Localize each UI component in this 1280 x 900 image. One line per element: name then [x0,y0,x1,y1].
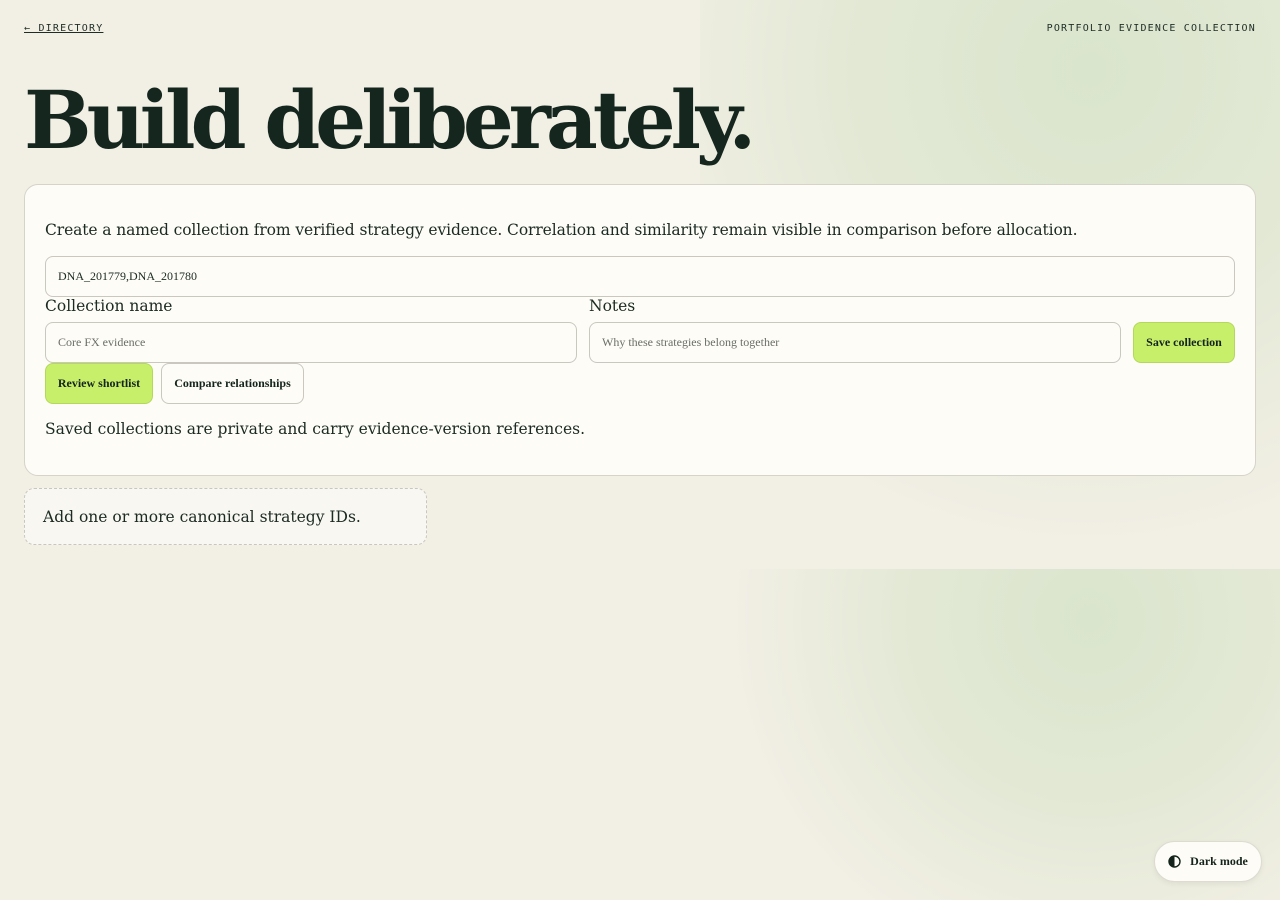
empty-state-message: Add one or more canonical strategy IDs. [24,488,427,545]
collection-name-label: Collection name [45,297,173,315]
dark-mode-toggle[interactable]: Dark mode [1154,841,1262,882]
collection-panel: Create a named collection from verified … [24,184,1256,476]
empty-state-text: Add one or more canonical strategy IDs. [43,507,361,526]
directory-back-link[interactable]: ← DIRECTORY [24,23,103,34]
notes-input[interactable]: Why these strategies belong together [589,322,1121,363]
save-collection-button[interactable]: Save collection [1133,322,1235,363]
notes-label: Notes [589,297,636,315]
review-shortlist-button[interactable]: Review shortlist [45,363,153,404]
compare-relationships-button[interactable]: Compare relationships [161,363,304,404]
dark-mode-label: Dark mode [1190,854,1248,868]
contrast-icon [1168,855,1181,868]
collection-name-input[interactable]: Core FX evidence [45,322,577,363]
panel-intro: Create a named collection from verified … [45,221,1078,239]
page-title: Build deliberately. [24,73,756,167]
top-bar: ← DIRECTORY PORTFOLIO EVIDENCE COLLECTIO… [24,23,1256,34]
strategy-ids-input[interactable]: DNA_201779,DNA_201780 [45,256,1235,297]
saved-collections-note: Saved collections are private and carry … [45,420,586,438]
section-label: PORTFOLIO EVIDENCE COLLECTION [1046,23,1256,34]
